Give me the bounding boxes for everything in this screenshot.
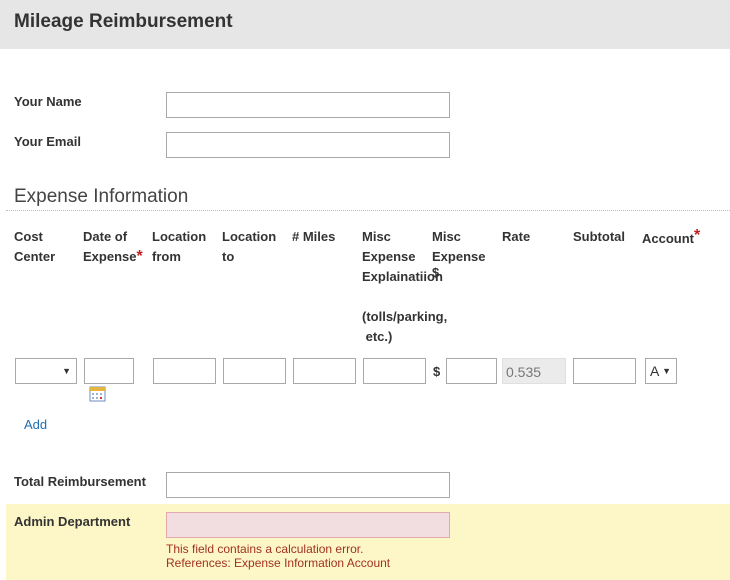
column-header-text: Account (642, 231, 694, 246)
calculation-error-message: This field contains a calculation error.… (166, 542, 390, 570)
total-reimbursement-input[interactable] (166, 472, 450, 498)
your-name-input[interactable] (166, 92, 450, 118)
selected-value: A (650, 363, 660, 379)
column-header-location-from: Location from (152, 227, 206, 267)
column-header-misc-expense: Misc Expense $ (432, 227, 486, 280)
chevron-down-icon: ▼ (62, 366, 71, 376)
column-header-text: Misc (432, 229, 461, 244)
expense-information-heading: Expense Information (14, 186, 189, 207)
location-from-input[interactable] (153, 358, 216, 384)
admin-department-label: Admin Department (14, 514, 131, 529)
admin-department-input[interactable] (166, 512, 450, 538)
add-row-link[interactable]: Add (24, 417, 47, 432)
column-header-text: Cost (14, 229, 43, 244)
column-header-location-to: Location to (222, 227, 276, 267)
column-header-rate: Rate (502, 229, 531, 244)
column-header-text: Expense (432, 249, 486, 264)
total-reimbursement-label: Total Reimbursement (14, 474, 146, 489)
your-email-label: Your Email (14, 134, 81, 149)
column-header-text: Expense (83, 249, 137, 264)
column-header-text: Date of (83, 229, 128, 244)
column-header-date-of-expense: Date of Expense* (83, 227, 143, 267)
location-to-input[interactable] (223, 358, 286, 384)
date-of-expense-input[interactable] (84, 358, 134, 384)
required-marker: * (136, 248, 143, 265)
column-header-text: Explainatiion (362, 269, 443, 284)
column-header-miles: # Miles (292, 229, 336, 244)
column-header-text: Location (222, 229, 277, 244)
account-select[interactable]: A ▼ (645, 358, 677, 384)
page-title: Mileage Reimbursement (14, 11, 233, 32)
calendar-icon[interactable] (89, 385, 106, 402)
miles-input[interactable] (293, 358, 356, 384)
your-email-input[interactable] (166, 132, 450, 158)
column-header-text: to (222, 249, 235, 264)
column-header-text: from (152, 249, 181, 264)
column-header-text: etc.) (362, 329, 393, 344)
chevron-down-icon: ▼ (662, 366, 671, 376)
section-divider (6, 210, 730, 211)
page-header: Mileage Reimbursement (0, 0, 730, 49)
your-name-label: Your Name (14, 94, 82, 109)
column-header-text: Location (152, 229, 207, 244)
column-header-cost-center: Cost Center (14, 227, 55, 267)
column-header-text: $ (432, 265, 440, 280)
error-line: References: Expense Information Account (166, 556, 391, 570)
subtotal-input[interactable] (573, 358, 636, 384)
misc-expense-input[interactable] (446, 358, 497, 384)
column-header-subtotal: Subtotal (573, 229, 625, 244)
column-header-text: Center (14, 249, 56, 264)
error-line: This field contains a calculation error. (166, 542, 364, 556)
rate-field: 0.535 (502, 358, 566, 384)
misc-explanation-input[interactable] (363, 358, 426, 384)
currency-symbol: $ (433, 364, 441, 379)
required-marker: * (694, 227, 701, 244)
column-header-text: (tolls/parking, (362, 309, 448, 324)
cost-center-select[interactable]: ▼ (15, 358, 77, 384)
column-header-account: Account* (642, 227, 701, 249)
